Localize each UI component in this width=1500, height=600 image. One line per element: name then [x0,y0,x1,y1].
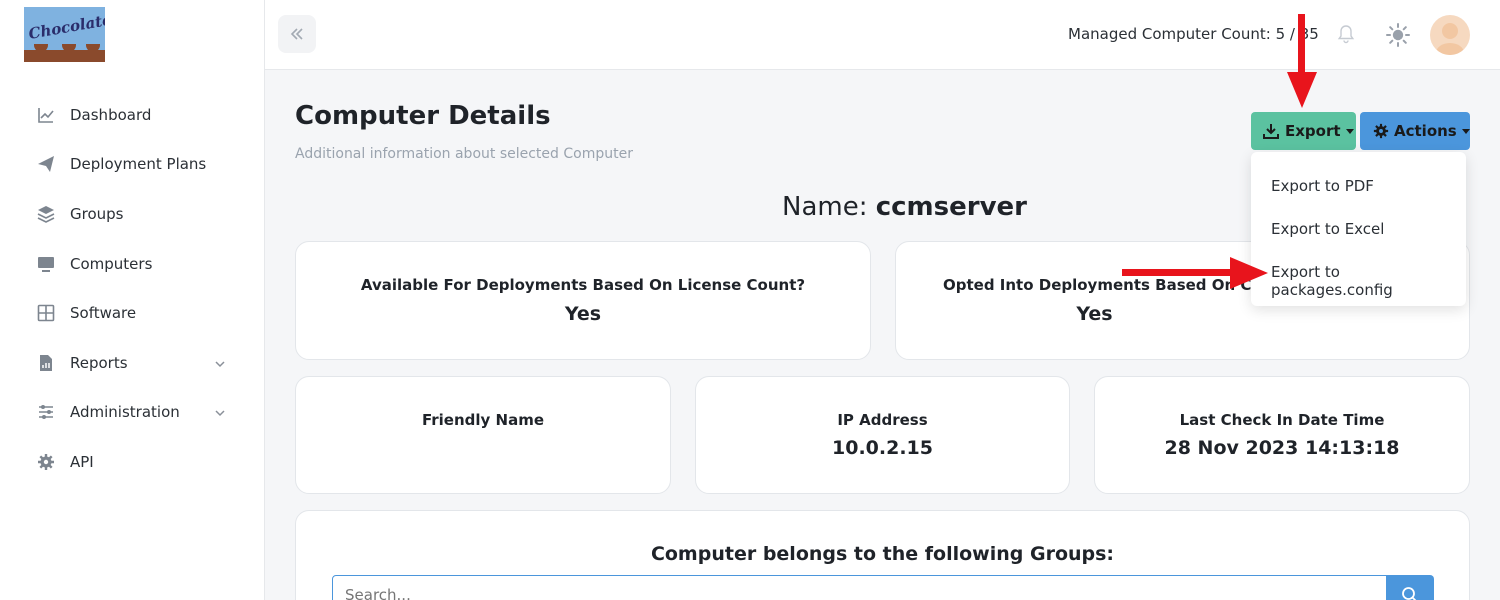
sidebar: Chocolatey Dashboard Deployment Plans Gr… [0,0,265,600]
sidebar-item-dashboard[interactable]: Dashboard [0,95,264,135]
sun-icon[interactable] [1385,22,1411,52]
export-dropdown-menu: Export to PDF Export to Excel Export to … [1251,152,1466,306]
actions-button-label: Actions [1394,122,1457,140]
gear-icon [1373,123,1389,139]
sidebar-item-label: Dashboard [70,106,152,124]
card-label: Opted Into Deployments Based On Chocol [943,276,1297,294]
sidebar-item-administration[interactable]: Administration [0,392,264,432]
gear-icon [37,453,55,471]
double-chevron-left-icon [290,28,303,40]
groups-title: Computer belongs to the following Groups… [650,543,1115,565]
search-button[interactable] [1386,575,1434,600]
collapse-sidebar-button[interactable] [278,15,316,53]
menu-item-export-pdf[interactable]: Export to PDF [1271,177,1374,195]
chocolatey-logo[interactable]: Chocolatey [24,7,105,62]
card-value: 10.0.2.15 [832,437,933,459]
card-label: Friendly Name [421,411,545,429]
search-icon [1402,587,1417,600]
last-check-in-card: Last Check In Date Time 28 Nov 2023 14:1… [1094,376,1470,494]
bell-icon[interactable] [1337,24,1355,48]
managed-computer-count: Managed Computer Count: 5 / 35 [1068,25,1319,43]
chevron-down-icon[interactable] [213,405,227,419]
menu-item-export-packages-config[interactable]: Export to packages.config [1271,263,1466,299]
page-subtitle: Additional information about selected Co… [295,146,633,162]
caret-down-icon [1461,128,1470,134]
file-chart-icon [37,354,55,372]
sliders-icon [37,403,55,421]
sidebar-item-computers[interactable]: Computers [0,244,264,284]
avatar[interactable] [1430,15,1470,55]
license-card: Available For Deployments Based On Licen… [295,241,871,360]
sidebar-item-label: Deployment Plans [70,155,207,173]
computer-name: ccmserver [875,192,1027,222]
card-label: IP Address [837,411,928,429]
chart-line-icon [37,106,55,124]
groups-search-input[interactable] [332,575,1387,600]
chevron-down-icon[interactable] [213,356,227,370]
card-value: Yes [1076,303,1113,325]
layers-icon [37,205,55,223]
card-label: Available For Deployments Based On Licen… [360,276,806,294]
actions-button[interactable]: Actions [1360,112,1470,150]
logo-text: Chocolatey [27,9,105,43]
sidebar-item-software[interactable]: Software [0,293,264,333]
card-value: Yes [564,303,602,325]
sidebar-item-deployment-plans[interactable]: Deployment Plans [0,144,264,184]
page-title: Computer Details [295,101,551,131]
computer-name-prefix: Name: [782,192,868,222]
ip-address-card: IP Address 10.0.2.15 [695,376,1070,494]
sidebar-item-label: Software [70,304,137,322]
sidebar-item-label: Groups [70,205,124,223]
export-button-label: Export [1285,122,1341,140]
card-value: 28 Nov 2023 14:13:18 [1164,437,1400,459]
download-icon [1263,123,1279,139]
sidebar-item-api[interactable]: API [0,442,264,482]
paper-plane-icon [37,155,55,173]
sidebar-item-label: Reports [70,354,128,372]
menu-item-export-excel[interactable]: Export to Excel [1271,220,1384,238]
grid-icon [37,304,55,322]
export-button[interactable]: Export [1251,112,1356,150]
sidebar-item-label: API [70,453,94,471]
friendly-name-card: Friendly Name [295,376,671,494]
desktop-icon [37,255,55,273]
computer-name-heading: Name: ccmserver [782,192,1027,222]
sidebar-item-reports[interactable]: Reports [0,343,264,383]
sidebar-item-label: Computers [70,255,153,273]
caret-down-icon [1345,128,1354,134]
topbar: Managed Computer Count: 5 / 35 [265,0,1500,70]
sidebar-item-groups[interactable]: Groups [0,194,264,234]
card-label: Last Check In Date Time [1179,411,1385,429]
groups-card: Computer belongs to the following Groups… [295,510,1470,600]
sidebar-item-label: Administration [70,403,180,421]
